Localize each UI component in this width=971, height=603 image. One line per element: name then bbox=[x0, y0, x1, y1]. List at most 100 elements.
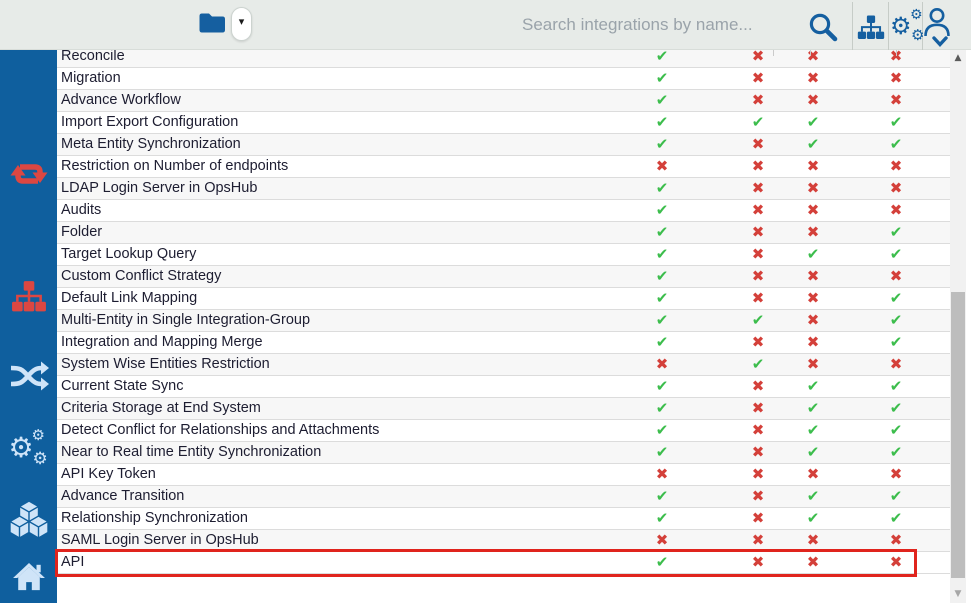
cross-icon: ✖ bbox=[748, 486, 768, 507]
check-icon: ✔ bbox=[886, 442, 906, 463]
scroll-down-button[interactable]: ▼ bbox=[950, 586, 966, 603]
sidebar-item-settings[interactable]: ⚙ ⚙ ⚙ bbox=[0, 428, 57, 470]
hierarchy-button[interactable] bbox=[857, 15, 885, 40]
table-row: System Wise Entities Restriction ✖✔✖✖ bbox=[57, 354, 950, 376]
check-icon: ✔ bbox=[652, 134, 672, 155]
cross-icon: ✖ bbox=[748, 442, 768, 463]
check-icon: ✔ bbox=[886, 244, 906, 265]
caret-down-icon: ▾ bbox=[232, 16, 251, 27]
table-row: Detect Conflict for Relationships and At… bbox=[57, 420, 950, 442]
cross-icon: ✖ bbox=[748, 90, 768, 111]
scrollbar-thumb[interactable] bbox=[951, 292, 965, 578]
check-icon: ✔ bbox=[886, 420, 906, 441]
check-icon: ✔ bbox=[803, 112, 823, 133]
cross-icon: ✖ bbox=[803, 552, 823, 573]
check-icon: ✔ bbox=[886, 398, 906, 419]
table-row: Multi-Entity in Single Integration-Group… bbox=[57, 310, 950, 332]
table-row: Near to Real time Entity Synchronization… bbox=[57, 442, 950, 464]
table-row: Integration and Mapping Merge ✔✖✖✔ bbox=[57, 332, 950, 354]
cross-icon: ✖ bbox=[886, 354, 906, 375]
cross-icon: ✖ bbox=[803, 266, 823, 287]
vertical-scrollbar[interactable]: ▲ ▼ bbox=[950, 50, 966, 603]
check-icon: ✔ bbox=[652, 420, 672, 441]
table-row: Advance Workflow ✔✖✖✖ bbox=[57, 90, 950, 112]
cross-icon: ✖ bbox=[748, 398, 768, 419]
check-icon: ✔ bbox=[652, 398, 672, 419]
person-icon bbox=[924, 6, 950, 38]
chevron-down-icon bbox=[932, 36, 948, 47]
folder-dropdown-button[interactable]: ▾ bbox=[231, 7, 252, 41]
table-row: Restriction on Number of endpoints ✖✖✖✖ bbox=[57, 156, 950, 178]
cross-icon: ✖ bbox=[803, 288, 823, 309]
check-icon: ✔ bbox=[886, 508, 906, 529]
cross-icon: ✖ bbox=[803, 50, 823, 67]
table-row: Advance Transition ✔✖✔✔ bbox=[57, 486, 950, 508]
cross-icon: ✖ bbox=[803, 200, 823, 221]
table-row: Relationship Synchronization ✔✖✔✔ bbox=[57, 508, 950, 530]
feature-table-body: Reconcile ✔✖✖✖ Migration ✔✖✖✖ Advance Wo… bbox=[57, 50, 950, 574]
settings-button[interactable]: ⚙ ⚙ ⚙ bbox=[890, 6, 924, 46]
check-icon: ✔ bbox=[652, 50, 672, 67]
user-menu-button[interactable] bbox=[924, 6, 951, 48]
check-icon: ✔ bbox=[886, 376, 906, 397]
cross-icon: ✖ bbox=[748, 420, 768, 441]
scroll-up-button[interactable]: ▲ bbox=[950, 50, 966, 67]
table-row: Migration ✔✖✖✖ bbox=[57, 68, 950, 90]
cross-icon: ✖ bbox=[748, 288, 768, 309]
header-separator bbox=[888, 2, 889, 50]
sidebar-item-shuffle[interactable] bbox=[0, 360, 57, 392]
repeat-icon bbox=[10, 158, 48, 190]
check-icon: ✔ bbox=[803, 244, 823, 265]
column-divider bbox=[773, 50, 774, 56]
check-icon: ✔ bbox=[886, 134, 906, 155]
cross-icon: ✖ bbox=[886, 266, 906, 287]
sidebar-item-home[interactable] bbox=[0, 562, 57, 592]
cross-icon: ✖ bbox=[748, 376, 768, 397]
column-divider bbox=[896, 50, 897, 56]
gear-icon: ⚙ bbox=[911, 28, 924, 43]
cross-icon: ✖ bbox=[886, 90, 906, 111]
gear-icon: ⚙ bbox=[32, 428, 45, 443]
search-button[interactable] bbox=[808, 12, 838, 42]
cross-icon: ✖ bbox=[748, 464, 768, 485]
search-input[interactable] bbox=[522, 10, 802, 40]
check-icon: ✔ bbox=[652, 68, 672, 89]
folder-button[interactable] bbox=[198, 11, 226, 36]
check-icon: ✔ bbox=[886, 332, 906, 353]
sidebar-item-hierarchy[interactable] bbox=[0, 280, 57, 313]
check-icon: ✔ bbox=[886, 222, 906, 243]
check-icon: ✔ bbox=[652, 288, 672, 309]
cross-icon: ✖ bbox=[886, 464, 906, 485]
table-row: LDAP Login Server in OpsHub ✔✖✖✖ bbox=[57, 178, 950, 200]
header-separator bbox=[852, 2, 853, 50]
sitemap-icon bbox=[857, 15, 885, 40]
cross-icon: ✖ bbox=[748, 332, 768, 353]
left-sidebar: ⚙ ⚙ ⚙ bbox=[0, 50, 57, 603]
check-icon: ✔ bbox=[652, 376, 672, 397]
gears-icon: ⚙ ⚙ ⚙ bbox=[8, 428, 50, 470]
cross-icon: ✖ bbox=[652, 464, 672, 485]
cross-icon: ✖ bbox=[652, 156, 672, 177]
check-icon: ✔ bbox=[803, 376, 823, 397]
home-icon bbox=[12, 562, 46, 592]
table-row: Import Export Configuration ✔✔✔✔ bbox=[57, 112, 950, 134]
cross-icon: ✖ bbox=[886, 200, 906, 221]
cross-icon: ✖ bbox=[748, 156, 768, 177]
check-icon: ✔ bbox=[652, 332, 672, 353]
sidebar-item-sync[interactable] bbox=[0, 158, 57, 190]
check-icon: ✔ bbox=[748, 354, 768, 375]
cross-icon: ✖ bbox=[652, 530, 672, 551]
table-row: SAML Login Server in OpsHub ✖✖✖✖ bbox=[57, 530, 950, 552]
cross-icon: ✖ bbox=[886, 156, 906, 177]
sidebar-item-modules[interactable] bbox=[0, 501, 57, 539]
check-icon: ✔ bbox=[652, 310, 672, 331]
cross-icon: ✖ bbox=[748, 68, 768, 89]
cross-icon: ✖ bbox=[748, 178, 768, 199]
cross-icon: ✖ bbox=[748, 266, 768, 287]
table-row: API ✔✖✖✖ bbox=[57, 552, 950, 574]
cross-icon: ✖ bbox=[748, 552, 768, 573]
shuffle-icon bbox=[9, 360, 49, 392]
cross-icon: ✖ bbox=[748, 530, 768, 551]
check-icon: ✔ bbox=[803, 398, 823, 419]
app-window: ▾ ⚙ ⚙ ⚙ bbox=[0, 0, 971, 603]
